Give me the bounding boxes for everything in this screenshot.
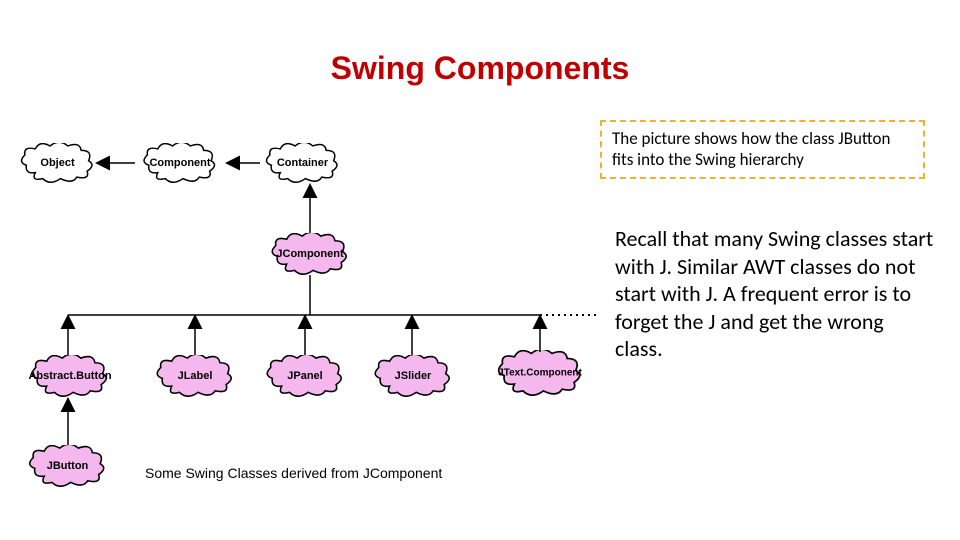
hierarchy-diagram: Object Component Container JComponent Ab…	[10, 125, 600, 525]
annotation-box: The picture shows how the class JButton …	[600, 120, 925, 179]
diagram-caption: Some Swing Classes derived from JCompone…	[145, 465, 442, 481]
page-title: Swing Components	[0, 50, 960, 87]
body-paragraph: Recall that many Swing classes start wit…	[615, 225, 935, 363]
